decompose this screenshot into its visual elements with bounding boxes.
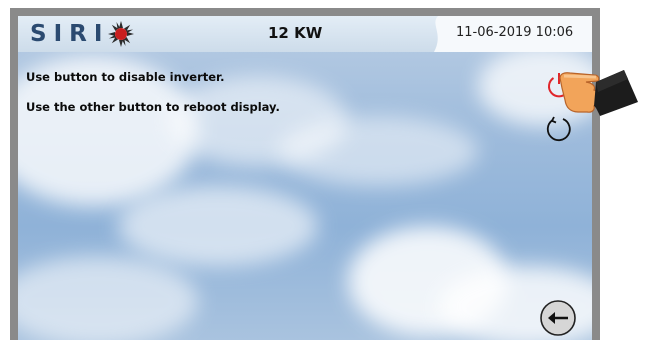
datetime-tab: 11-06-2019 10:06 — [434, 16, 592, 52]
siri-logo: SIRI — [30, 21, 135, 47]
device-frame: SIRI 12 KW 11-06-2019 10:06 Use button t… — [10, 8, 600, 340]
tab-edge-shape — [434, 16, 450, 52]
touch-screen: SIRI 12 KW 11-06-2019 10:06 Use button t… — [18, 16, 592, 340]
pointing-hand-icon — [559, 70, 638, 116]
date-time: 11-06-2019 10:06 — [456, 25, 574, 40]
brand-name: SIRI — [30, 21, 110, 47]
back-button[interactable] — [539, 299, 577, 340]
back-arrow-icon — [540, 300, 576, 336]
power-readout: 12 KW — [268, 24, 323, 42]
reboot-display-message: Use the other button to reboot display. — [26, 100, 280, 114]
header-bar: SIRI 12 KW 11-06-2019 10:06 — [18, 16, 592, 52]
disable-inverter-message: Use button to disable inverter. — [26, 70, 225, 84]
sun-logo-icon — [108, 21, 135, 47]
